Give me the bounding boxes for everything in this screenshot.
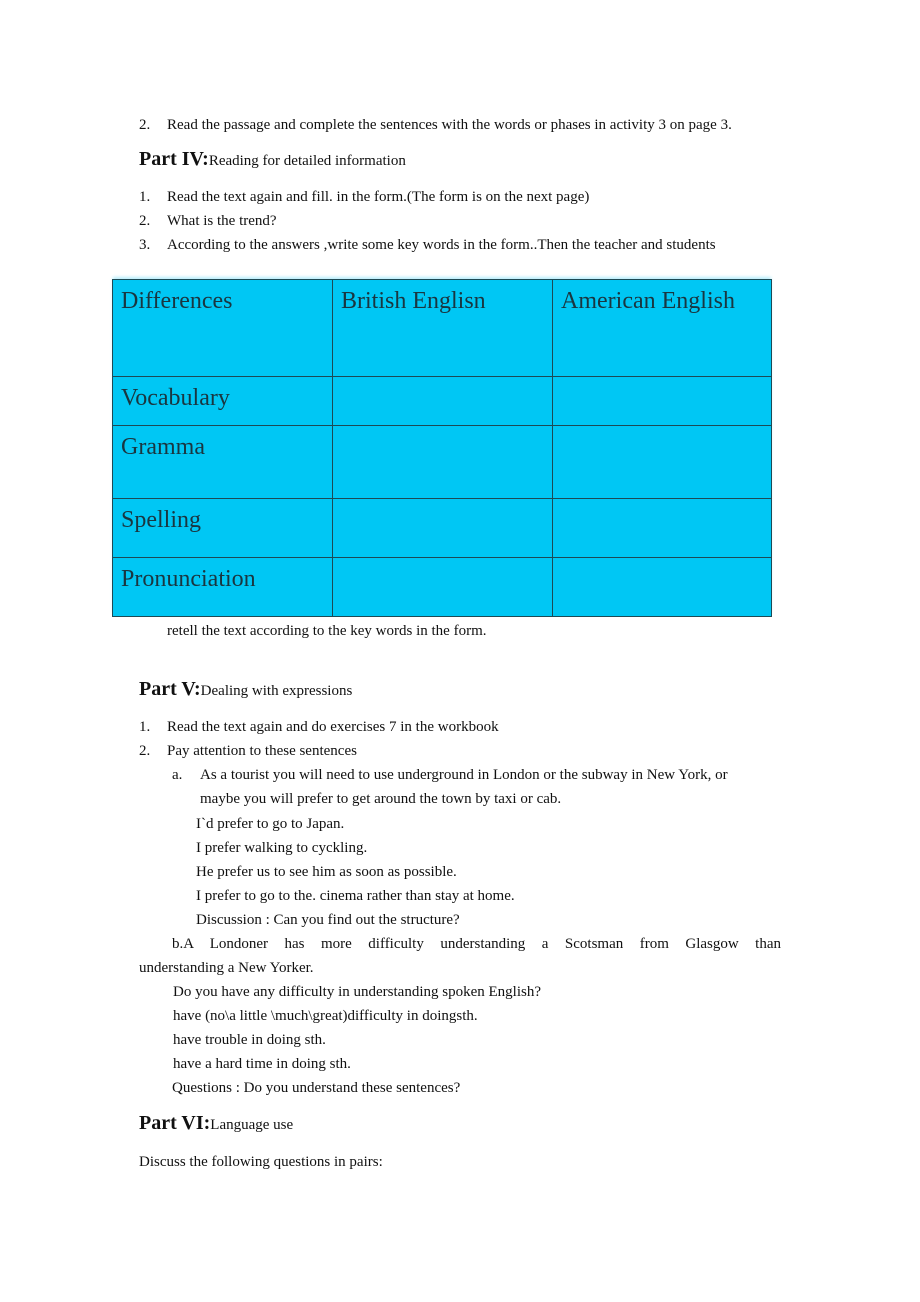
table-row: Vocabulary [112, 376, 772, 426]
list-text: Read the text again and do exercises 7 i… [167, 719, 499, 735]
table-cell[interactable] [332, 557, 553, 617]
list-item: 2. Pay attention to these sentences [139, 742, 357, 760]
list-text: Pay attention to these sentences [167, 743, 357, 759]
list-number: 1. [139, 719, 151, 735]
table-cell[interactable] [332, 376, 553, 426]
sub-item-text-continued: maybe you will prefer to get around the … [200, 791, 562, 807]
list-number: 3. [139, 237, 151, 253]
table-row-label: Vocabulary [112, 376, 333, 426]
example-sentence: I prefer to go to the. cinema rather tha… [196, 888, 515, 904]
table-row-label: Pronunciation [112, 557, 333, 617]
sub-item-b: b.A Londoner has more difficulty underst… [172, 936, 781, 952]
part-label: Part IV: [139, 148, 209, 170]
table-row: Spelling [112, 498, 772, 558]
table-row-label: Spelling [112, 498, 333, 558]
discussion-prompt: Discussion : Can you find out the struct… [196, 912, 460, 928]
table-cell[interactable] [552, 557, 772, 617]
list-item: 2. Read the passage and complete the sent… [139, 116, 732, 134]
part-label: Part VI: [139, 1112, 211, 1134]
sub-item-text-continued: understanding a New Yorker. [139, 960, 314, 976]
table-cell[interactable] [332, 425, 553, 499]
list-item: 1. Read the text again and fill. in the f… [139, 188, 589, 206]
sub-item-a: a. As a tourist you will need to use unde… [172, 766, 728, 784]
list-item: 3. According to the answers ,write some k… [139, 236, 716, 254]
questions-prompt: Questions : Do you understand these sent… [172, 1080, 461, 1096]
list-number: 2. [139, 743, 151, 759]
section-heading-part-iv: Part IV:Reading for detailed information [139, 148, 406, 171]
table-header-cell: Differences [112, 279, 333, 377]
table-row-label: Gramma [112, 425, 333, 499]
part-label: Part V: [139, 678, 201, 700]
list-number: 1. [139, 189, 151, 205]
example-sentence: have (no\a little \much\great)difficulty… [173, 1008, 478, 1024]
list-text: What is the trend? [167, 213, 277, 229]
list-text: Read the passage and complete the senten… [167, 117, 732, 133]
list-text: Read the text again and fill. in the for… [167, 189, 590, 205]
sub-item-text: As a tourist you will need to use underg… [200, 767, 728, 783]
list-number: 2. [139, 213, 151, 229]
section-heading-part-v: Part V:Dealing with expressions [139, 678, 352, 701]
part-title: Language use [210, 1117, 294, 1133]
table-header-cell: British Englisn [332, 279, 553, 377]
list-item: 1. Read the text again and do exercises 7… [139, 718, 499, 736]
table-row: Gramma [112, 425, 772, 499]
table-row: Pronunciation [112, 557, 772, 617]
section-heading-part-vi: Part VI:Language use [139, 1112, 293, 1135]
differences-form-table: Differences British Englisn American Eng… [112, 279, 772, 617]
list-text: According to the answers ,write some key… [167, 237, 716, 253]
example-sentence: I`d prefer to go to Japan. [196, 816, 345, 832]
example-sentence: have a hard time in doing sth. [173, 1056, 351, 1072]
table-cell[interactable] [552, 425, 772, 499]
list-continuation: retell the text according to the key wor… [167, 623, 487, 639]
part-title: Dealing with expressions [200, 683, 353, 699]
example-sentence: have trouble in doing sth. [173, 1032, 326, 1048]
table-cell[interactable] [552, 376, 772, 426]
part-title: Reading for detailed information [208, 153, 406, 169]
example-sentence: He prefer us to see him as soon as possi… [196, 864, 457, 880]
list-number: 2. [139, 117, 151, 133]
table-header-row: Differences British Englisn American Eng… [112, 279, 772, 377]
table-header-cell: American English [552, 279, 772, 377]
table-cell[interactable] [552, 498, 772, 558]
example-sentence: I prefer walking to cyckling. [196, 840, 368, 856]
list-item: 2. What is the trend? [139, 212, 277, 230]
instruction-text: Discuss the following questions in pairs… [139, 1154, 383, 1170]
example-sentence: Do you have any difficulty in understand… [173, 984, 541, 1000]
sub-item-letter: a. [172, 767, 183, 783]
table-cell[interactable] [332, 498, 553, 558]
